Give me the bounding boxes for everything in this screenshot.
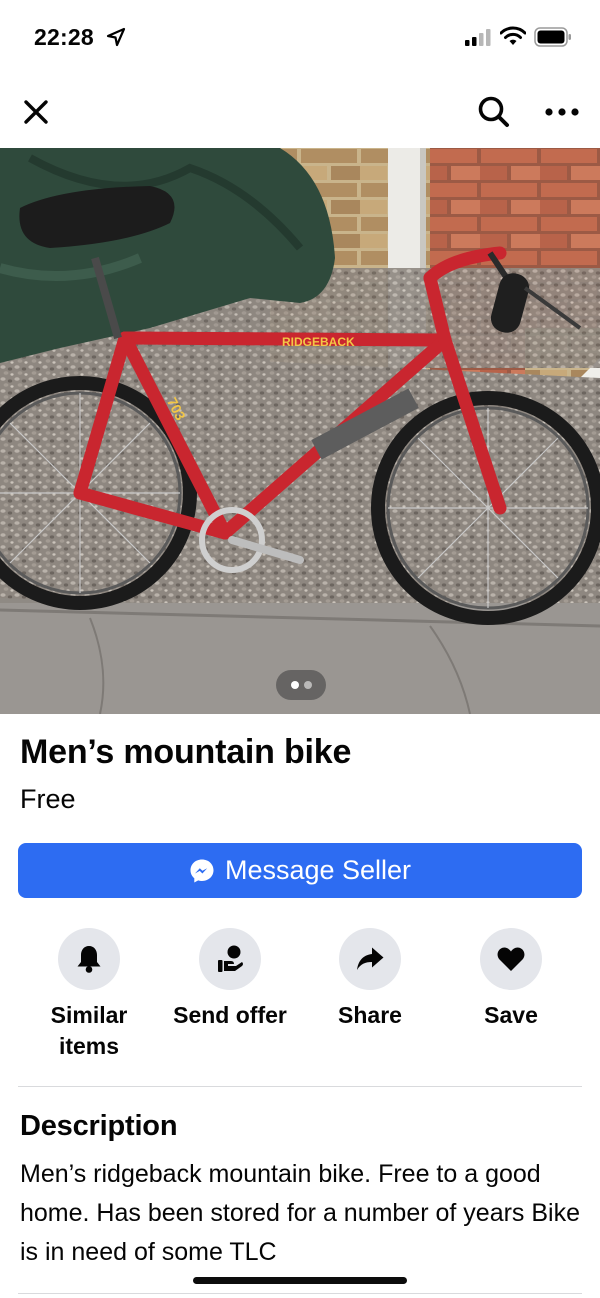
description-text: Men’s ridgeback mountain bike. Free to a… (20, 1160, 581, 1266)
description-heading: Description (20, 1110, 178, 1142)
image-pagination[interactable] (276, 670, 326, 700)
top-nav-bar (0, 76, 600, 148)
battery-icon (534, 27, 571, 47)
listing-title: Men’s mountain bike (20, 733, 352, 771)
send-offer-circle (199, 928, 261, 990)
home-indicator[interactable] (193, 1277, 407, 1284)
save-button[interactable]: Save (441, 928, 581, 1031)
wifi-icon (500, 26, 526, 45)
send-offer-label: Send offer (173, 1002, 287, 1028)
similar-items-button[interactable]: Similar items (19, 928, 159, 1062)
search-button[interactable] (472, 90, 516, 134)
save-circle (480, 928, 542, 990)
pagination-dot-active (290, 681, 299, 689)
messenger-icon (190, 859, 214, 882)
more-options-button[interactable] (540, 90, 584, 134)
more-icon (545, 108, 579, 116)
search-icon (478, 96, 509, 127)
bell-icon (77, 946, 101, 973)
action-row: Similar items Send offer Share Save (0, 928, 600, 1078)
section-divider (18, 1086, 582, 1087)
send-offer-icon (218, 945, 243, 972)
heart-icon (497, 947, 525, 971)
close-icon (24, 100, 48, 124)
share-button[interactable]: Share (300, 928, 440, 1031)
pagination-dot (303, 681, 312, 689)
brand-decal: RIDGEBACK (282, 335, 355, 349)
bottom-divider (18, 1293, 582, 1294)
close-button[interactable] (14, 90, 58, 134)
similar-items-circle (58, 928, 120, 990)
cellular-signal-icon (465, 29, 491, 46)
save-label: Save (484, 1002, 538, 1028)
bike-photo: RIDGEBACK 703 (0, 148, 600, 714)
message-seller-button[interactable]: Message Seller (18, 843, 582, 898)
similar-items-label: Similar items (50, 1002, 128, 1059)
share-circle (339, 928, 401, 990)
share-icon (357, 947, 384, 970)
location-arrow-icon (106, 27, 126, 47)
status-time: 22:28 (34, 24, 94, 50)
listing-price: Free (20, 784, 76, 814)
status-bar: 22:28 (0, 0, 600, 76)
message-seller-label: Message Seller (224, 855, 412, 885)
send-offer-button[interactable]: Send offer (160, 928, 300, 1031)
share-label: Share (338, 1002, 402, 1028)
listing-photo[interactable]: RIDGEBACK 703 (0, 148, 600, 714)
